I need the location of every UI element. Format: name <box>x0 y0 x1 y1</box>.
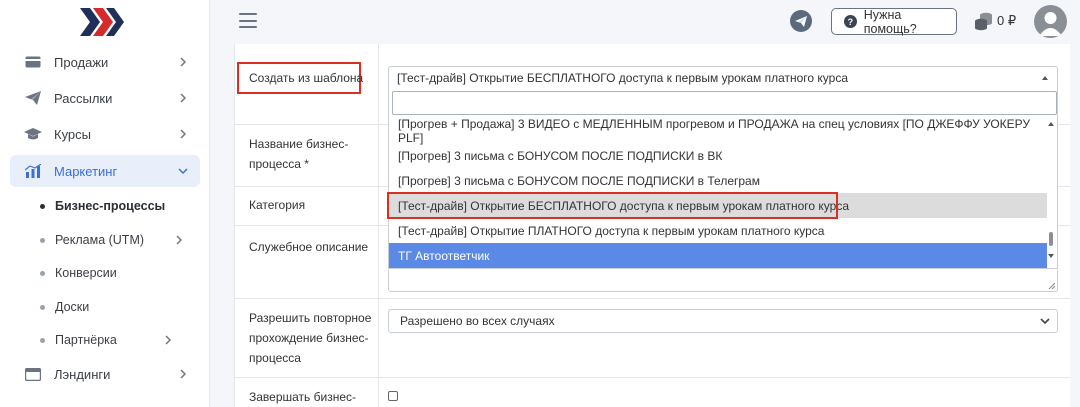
repeat-label: Разрешить повторное прохождение бизнес-п… <box>249 311 372 365</box>
finish-label: Завершать бизнес- <box>249 390 357 404</box>
dropdown-option[interactable]: [Прогрев + Продажа] 3 ВИДЕО с МЕДЛЕННЫМ … <box>389 117 1047 145</box>
help-button-label: Нужна помощь? <box>863 7 917 36</box>
category-label: Категория <box>249 198 306 212</box>
menu-icon[interactable] <box>239 13 257 28</box>
template-label: Создать из шаблона <box>249 71 364 85</box>
chart-icon <box>24 163 42 179</box>
sidebar-subitem-ads-utm[interactable]: Реклама (UTM) <box>40 228 200 252</box>
question-icon: ? <box>844 15 857 28</box>
sidebar-item-mailings[interactable]: Рассылки <box>10 82 200 114</box>
repeat-select[interactable]: Разрешено во всех случаях <box>388 309 1058 333</box>
resize-handle-icon[interactable] <box>1048 282 1055 289</box>
help-button[interactable]: ? Нужна помощь? <box>831 7 957 36</box>
dropdown-search-input[interactable] <box>392 91 1057 115</box>
sidebar-item-sales[interactable]: Продажи <box>10 46 200 78</box>
bullet-icon <box>40 270 45 276</box>
dropdown-option[interactable]: [Прогрев] 3 письма с БОНУСОМ ПОСЛЕ ПОДПИ… <box>389 168 1047 193</box>
bullet-icon <box>40 203 45 209</box>
logo-icon[interactable] <box>80 8 126 36</box>
telegram-icon[interactable] <box>790 10 812 32</box>
balance-amount: 0 ₽ <box>997 13 1017 28</box>
description-label: Служебное описание <box>249 240 369 254</box>
dropdown-scrollbar[interactable] <box>1046 119 1056 266</box>
sidebar-subitem-label: Конверсии <box>55 266 117 280</box>
top-header: ? Нужна помощь? 0 ₽ <box>211 0 1080 44</box>
caret-up-icon <box>1042 76 1048 80</box>
chevron-right-icon <box>180 57 187 67</box>
card-icon <box>24 54 42 70</box>
sidebar-subitem-label: Бизнес-процессы <box>55 199 166 213</box>
template-select-value: [Тест-драйв] Открытие БЕСПЛАТНОГО доступ… <box>397 71 849 85</box>
name-label: Название бизнес-процесса * <box>249 137 349 171</box>
chevron-right-icon <box>165 335 171 345</box>
sidebar-subitem-label: Реклама (UTM) <box>55 233 145 247</box>
business-process-form: Создать из шаблона Название бизнес-проце… <box>234 44 1071 407</box>
sidebar: Продажи Рассылки Курсы Маркетинг Бизнес-… <box>0 0 210 407</box>
sidebar-subitem-label: Доски <box>55 300 90 314</box>
coins-icon <box>975 12 992 31</box>
chevron-down-icon <box>178 168 188 175</box>
template-dropdown: [Прогрев + Продажа] 3 ВИДЕО с МЕДЛЕННЫМ … <box>387 87 1058 269</box>
sidebar-subitem-boards[interactable]: Доски <box>40 295 200 319</box>
chevron-right-icon <box>180 93 187 103</box>
dropdown-option-selected[interactable]: ТГ Автоответчик <box>389 243 1047 268</box>
graduation-icon <box>24 126 42 142</box>
sidebar-item-label: Маркетинг <box>54 163 118 179</box>
sidebar-subitem-conversions[interactable]: Конверсии <box>40 261 200 285</box>
bullet-icon <box>40 237 45 243</box>
sidebar-item-label: Лэндинги <box>54 366 111 382</box>
row-divider <box>235 377 1071 378</box>
chevron-right-icon <box>180 129 187 139</box>
bullet-icon <box>40 337 45 343</box>
sidebar-item-label: Продажи <box>54 54 109 70</box>
description-textarea[interactable] <box>388 270 1058 292</box>
sidebar-item-landings[interactable]: Лэндинги <box>10 358 200 390</box>
highlight-box <box>387 192 838 219</box>
sidebar-item-marketing[interactable]: Маркетинг <box>10 155 200 187</box>
send-icon <box>24 90 42 106</box>
sidebar-item-label: Рассылки <box>54 90 113 106</box>
sidebar-subitem-business-processes[interactable]: Бизнес-процессы <box>40 194 200 218</box>
dropdown-option[interactable]: [Прогрев] 3 письма с БОНУСОМ ПОСЛЕ ПОДПИ… <box>389 143 1047 168</box>
sidebar-item-label: Курсы <box>54 126 92 142</box>
sidebar-subitem-label: Партнёрка <box>55 333 117 347</box>
row-divider <box>235 298 1071 299</box>
sidebar-item-courses[interactable]: Курсы <box>10 118 200 150</box>
window-icon <box>24 366 42 382</box>
chevron-right-icon <box>180 369 187 379</box>
sidebar-subitem-partner[interactable]: Партнёрка <box>40 328 200 352</box>
dropdown-option[interactable]: [Тест-драйв] Открытие ПЛАТНОГО доступа к… <box>389 218 1047 243</box>
chevron-down-icon <box>1040 318 1050 325</box>
finish-checkbox[interactable] <box>388 391 398 401</box>
bullet-icon <box>40 304 45 310</box>
chevron-right-icon <box>176 235 183 245</box>
repeat-select-value: Разрешено во всех случаях <box>400 314 555 328</box>
avatar[interactable] <box>1034 5 1067 38</box>
